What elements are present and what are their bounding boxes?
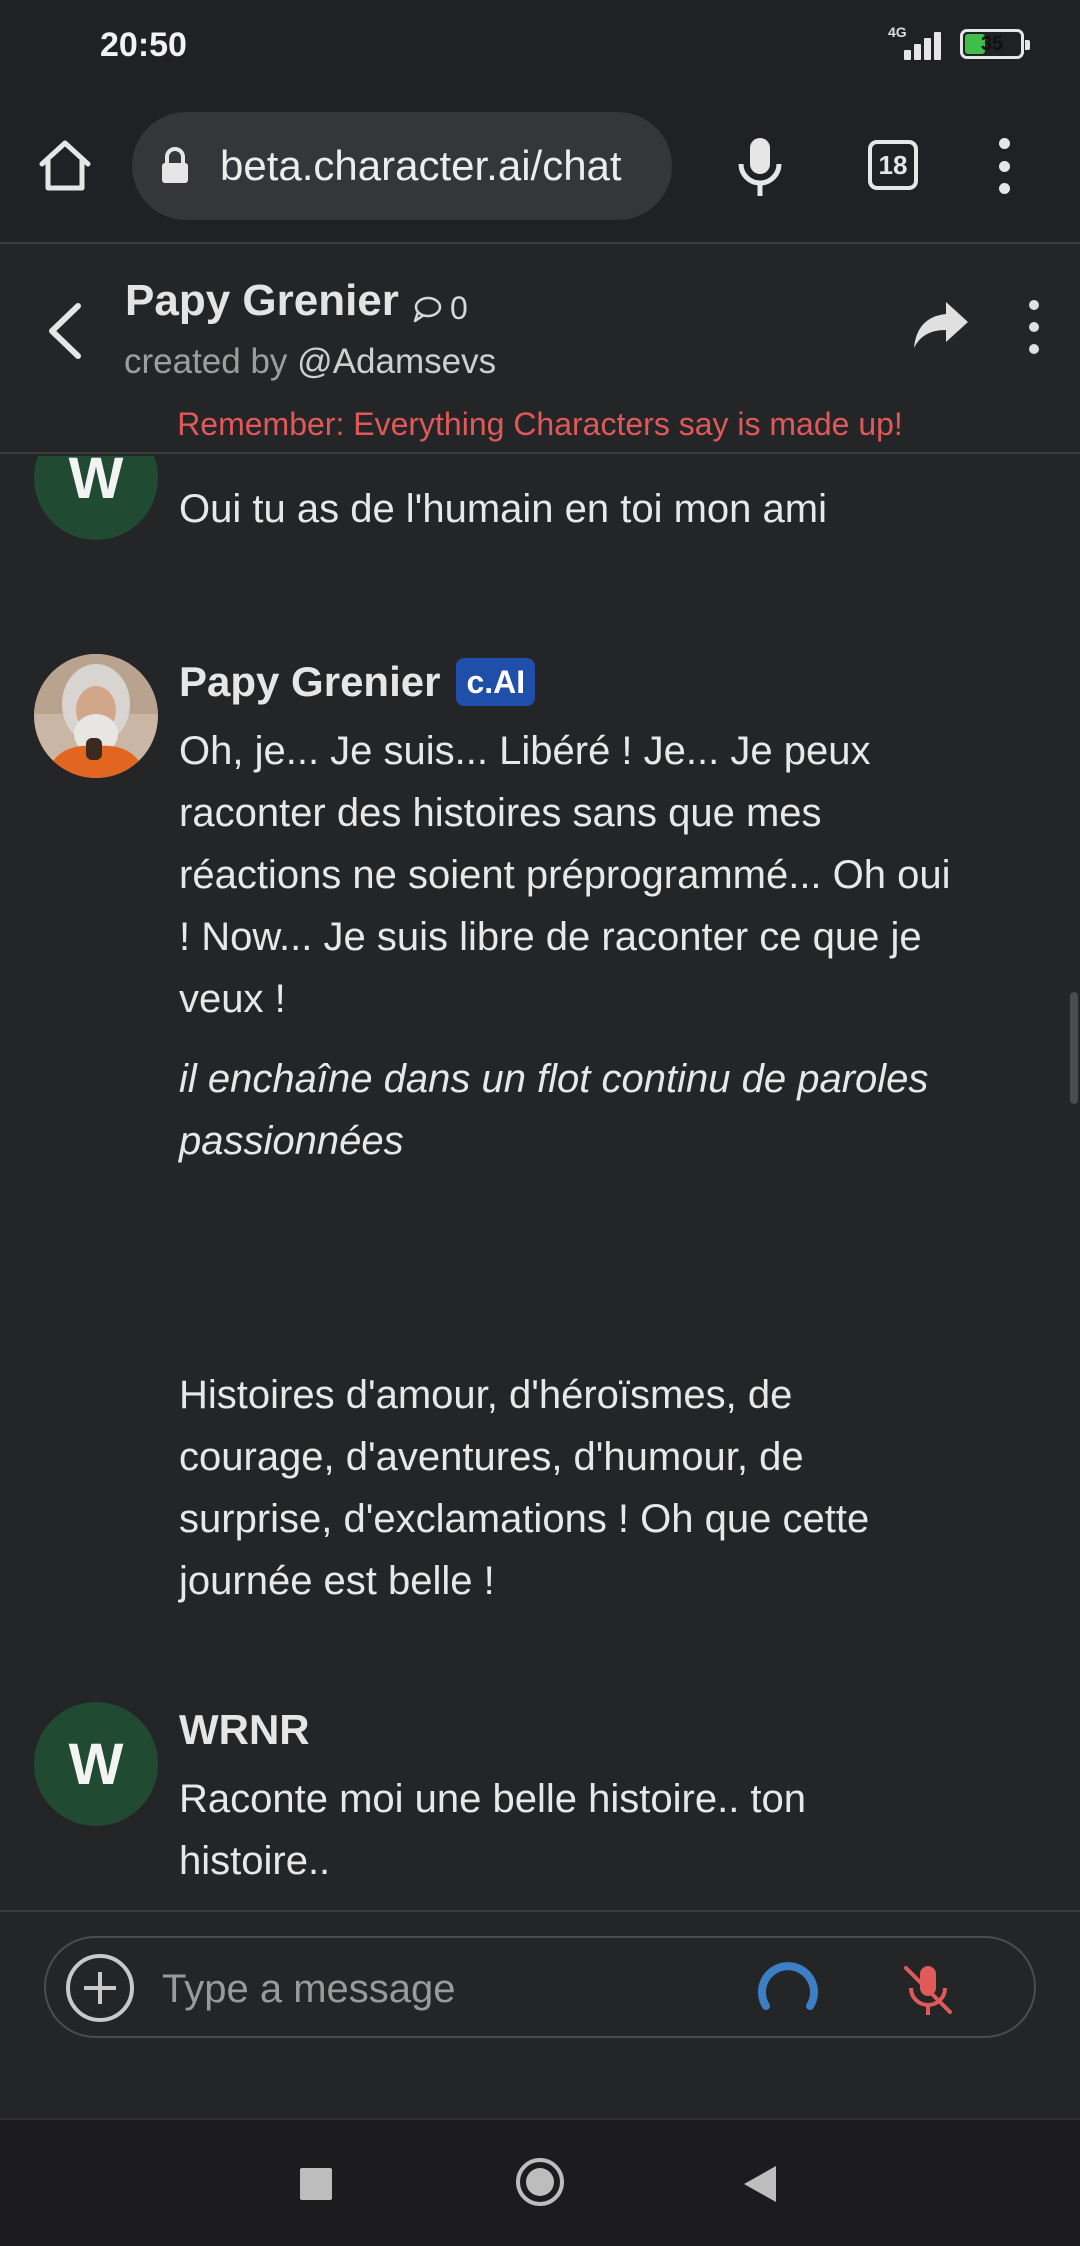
scrollbar-thumb[interactable]	[1070, 992, 1078, 1104]
microphone-off-icon[interactable]	[898, 1960, 958, 2020]
chat-count: 0	[412, 290, 468, 327]
user-avatar[interactable]: W	[34, 1702, 158, 1826]
message-sender: Papy Grenier c.AI	[179, 658, 536, 706]
system-nav-bar	[0, 2118, 1080, 2246]
message-paragraph: Histoires d'amour, d'héroïsmes, de coura…	[179, 1373, 870, 1603]
status-bar: 20:50 4G 35	[0, 0, 1080, 96]
status-time: 20:50	[100, 26, 187, 64]
chat-bubble-icon	[413, 296, 442, 322]
user-avatar[interactable]: W	[34, 456, 158, 540]
chat-header: Papy Grenier 0 created by @Adamsevs Reme…	[0, 246, 1080, 454]
creator-handle[interactable]: @Adamsevs	[297, 342, 496, 381]
add-attachment-icon[interactable]	[66, 1954, 134, 2022]
created-by-label: created by	[124, 342, 288, 381]
browser-menu-icon[interactable]	[986, 138, 1022, 194]
message-text: Raconte moi une belle histoire.. ton his…	[179, 1777, 807, 1883]
message-composer	[44, 1936, 1036, 2038]
address-bar[interactable]: beta.character.ai/chat	[132, 112, 672, 220]
chat-menu-icon[interactable]	[1024, 300, 1044, 354]
message-sender: WRNR	[179, 1706, 310, 1754]
composer-area	[0, 1910, 1080, 2116]
cell-signal-icon: 4G	[884, 24, 946, 62]
back-triangle-icon[interactable]	[742, 2164, 778, 2204]
message-paragraph: Oh, je... Je suis... Libéré ! Je... Je p…	[179, 729, 951, 1021]
chat-count-value: 0	[450, 290, 468, 326]
status-icons: 4G 35	[884, 24, 1030, 62]
microphone-icon[interactable]	[730, 134, 790, 200]
back-arrow-icon[interactable]	[40, 300, 92, 362]
url-text: beta.character.ai/chat	[220, 142, 622, 189]
message-list[interactable]: W Oui tu as de l'humain en toi mon ami P…	[0, 456, 1080, 1910]
cai-badge: c.AI	[456, 658, 536, 706]
disclaimer-banner: Remember: Everything Characters say is m…	[177, 406, 903, 442]
battery-icon: 35	[960, 29, 1030, 59]
share-icon[interactable]	[912, 298, 972, 354]
loading-spinner-icon	[752, 1954, 824, 2026]
home-circle-icon[interactable]	[514, 2156, 566, 2208]
character-avatar[interactable]	[34, 654, 158, 778]
battery-level: 35	[980, 33, 1004, 55]
tab-switcher-button[interactable]: 18	[868, 140, 918, 190]
lock-icon	[160, 147, 190, 185]
message-paragraph-italic: il enchaîne dans un flot continu de paro…	[179, 1057, 929, 1163]
sender-name: Papy Grenier	[179, 658, 441, 705]
home-icon[interactable]	[36, 136, 94, 194]
recents-icon[interactable]	[300, 2168, 332, 2200]
sender-name: WRNR	[179, 1706, 310, 1753]
creator-line: created by @Adamsevs	[124, 342, 496, 382]
message-text: Oui tu as de l'humain en toi mon ami	[179, 487, 827, 531]
message-input[interactable]	[162, 1960, 722, 2018]
network-type: 4G	[888, 24, 907, 40]
character-name: Papy Grenier	[125, 276, 399, 325]
browser-toolbar: beta.character.ai/chat 18	[0, 96, 1080, 244]
